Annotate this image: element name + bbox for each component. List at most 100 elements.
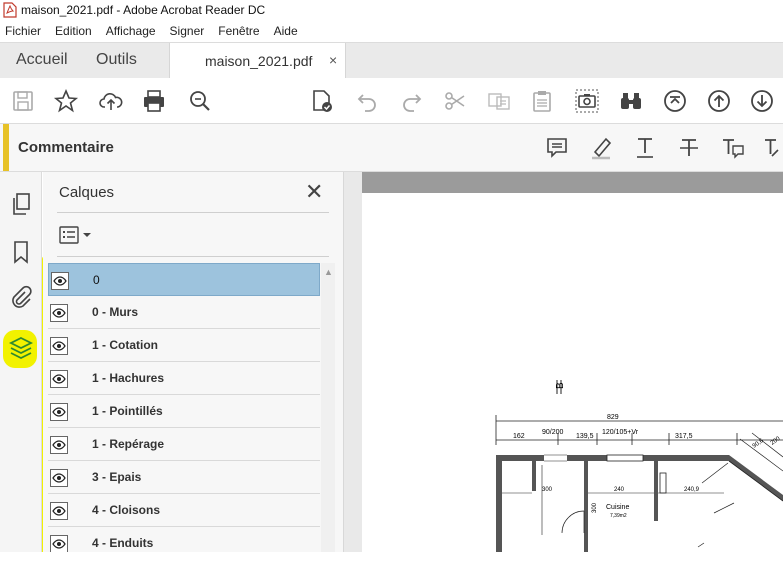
text-comment-icon[interactable]: [720, 135, 746, 161]
zoom-search-icon[interactable]: [187, 88, 213, 114]
chevron-down-icon: [83, 233, 91, 237]
layer-name: 1 - Pointillés: [92, 404, 163, 418]
cloud-upload-icon[interactable]: [98, 88, 124, 114]
right-dim-2: 200: [770, 436, 782, 447]
redo-icon[interactable]: [398, 88, 424, 114]
layers-panel-title: Calques: [59, 184, 115, 201]
scroll-up-arrow-icon[interactable]: ▲: [324, 267, 333, 277]
menu-affichage[interactable]: Affichage: [106, 24, 156, 38]
star-icon[interactable]: [53, 88, 79, 114]
dim-top: 829: [607, 414, 619, 421]
document-check-icon[interactable]: [309, 88, 335, 114]
room-dim-2: 240: [614, 487, 625, 493]
dim-4: 120/105+Vr: [602, 429, 639, 436]
previous-page-icon[interactable]: [706, 88, 732, 114]
layers-panel-close-button[interactable]: ✕: [305, 179, 323, 205]
window-bottom-edge: [0, 552, 783, 569]
layers-icon[interactable]: [8, 335, 34, 361]
floor-plan-drawing: B 829 162 90/200 139,5 120/105+Vr 317,5: [495, 380, 783, 552]
layer-name: 4 - Enduits: [92, 536, 154, 550]
tab-document[interactable]: maison_2021.pdf ×: [169, 43, 346, 79]
layers-list: 0 0 - Murs 1 - Cotation 1 - Hachures 1 - Poi…: [48, 263, 320, 552]
layer-row[interactable]: 4 - Enduits: [48, 527, 320, 552]
layer-name: 0: [93, 273, 100, 287]
room-dim-4: 300: [592, 502, 598, 513]
layer-row[interactable]: 3 - Epais: [48, 461, 320, 494]
layers-panel: Calques ✕ 0 0 - Murs 1 - Cotation 1 - Hachu…: [43, 172, 344, 552]
room-dim-1: 300: [542, 487, 553, 493]
layer-row[interactable]: 0: [48, 263, 320, 296]
eye-visibility-icon[interactable]: [50, 403, 68, 421]
eye-visibility-icon[interactable]: [50, 370, 68, 388]
page-thumbnails-icon[interactable]: [8, 191, 34, 217]
window-title: maison_2021.pdf - Adobe Acrobat Reader D…: [21, 3, 266, 17]
page-gap: [362, 172, 783, 193]
snapshot-camera-icon[interactable]: [574, 88, 600, 114]
eye-visibility-icon[interactable]: [51, 272, 69, 290]
pdf-page[interactable]: B 829 162 90/200 139,5 120/105+Vr 317,5: [362, 193, 783, 552]
highlighter-icon[interactable]: [588, 135, 614, 161]
menu-signer[interactable]: Signer: [170, 24, 205, 38]
section-label: B: [555, 382, 566, 389]
section-marker: B: [555, 380, 566, 394]
room-area: 7,39m2: [610, 513, 627, 519]
layer-row[interactable]: 4 - Cloisons: [48, 494, 320, 527]
eye-visibility-icon[interactable]: [50, 535, 68, 552]
replace-text-icon[interactable]: [762, 135, 783, 161]
print-icon[interactable]: [141, 88, 167, 114]
acrobat-window: maison_2021.pdf - Adobe Acrobat Reader D…: [0, 0, 783, 569]
menu-aide[interactable]: Aide: [274, 24, 298, 38]
room-dim-3: 240,9: [684, 487, 700, 493]
tab-outils[interactable]: Outils: [96, 51, 137, 69]
layer-name: 1 - Repérage: [92, 437, 165, 451]
main-toolbar: [0, 78, 783, 124]
dim-5: 317,5: [675, 433, 693, 440]
layer-row[interactable]: 1 - Pointillés: [48, 395, 320, 428]
eye-visibility-icon[interactable]: [50, 304, 68, 322]
dim-1: 162: [513, 433, 525, 440]
undo-icon[interactable]: [355, 88, 381, 114]
document-viewport[interactable]: B 829 162 90/200 139,5 120/105+Vr 317,5: [344, 172, 783, 552]
strikethrough-text-icon[interactable]: [676, 135, 702, 161]
layer-row[interactable]: 1 - Cotation: [48, 329, 320, 362]
layer-row[interactable]: 0 - Murs: [48, 296, 320, 329]
menu-edition[interactable]: Edition: [55, 24, 92, 38]
eye-visibility-icon[interactable]: [50, 436, 68, 454]
sticky-note-icon[interactable]: [544, 135, 570, 161]
next-page-icon[interactable]: [749, 88, 775, 114]
tab-close-button[interactable]: ×: [329, 52, 337, 68]
title-bar: maison_2021.pdf - Adobe Acrobat Reader D…: [0, 0, 783, 20]
divider: [57, 256, 329, 257]
bookmark-icon[interactable]: [8, 239, 34, 265]
eye-visibility-icon[interactable]: [50, 469, 68, 487]
scissors-icon[interactable]: [442, 88, 468, 114]
comment-toolbar-label: Commentaire: [18, 139, 114, 156]
menu-fichier[interactable]: Fichier: [5, 24, 41, 38]
layer-row[interactable]: 1 - Hachures: [48, 362, 320, 395]
tab-accueil[interactable]: Accueil: [16, 51, 68, 69]
underline-text-icon[interactable]: [632, 135, 658, 161]
right-dim-1: 90,6: [752, 438, 766, 450]
layer-row[interactable]: 1 - Repérage: [48, 428, 320, 461]
binoculars-icon[interactable]: [618, 88, 644, 114]
save-icon[interactable]: [10, 88, 36, 114]
scroll-up-icon[interactable]: [662, 88, 688, 114]
navigation-rail: [0, 172, 42, 552]
dim-3: 139,5: [576, 433, 594, 440]
tab-bar: Accueil Outils maison_2021.pdf ×: [0, 42, 783, 79]
attachment-icon[interactable]: [8, 284, 34, 310]
room-name: Cuisine: [606, 504, 629, 511]
eye-visibility-icon[interactable]: [50, 337, 68, 355]
pdf-app-icon: [3, 2, 17, 18]
layers-scrollbar[interactable]: ▲: [321, 263, 335, 552]
eye-visibility-icon[interactable]: [50, 502, 68, 520]
menu-fenetre[interactable]: Fenêtre: [218, 24, 259, 38]
layer-name: 1 - Cotation: [92, 338, 158, 352]
menu-bar: Fichier Edition Affichage Signer Fenêtre…: [0, 20, 783, 42]
layer-name: 0 - Murs: [92, 305, 139, 319]
clipboard-icon[interactable]: [529, 88, 555, 114]
comment-toolbar: Commentaire: [0, 124, 783, 172]
layers-options-button[interactable]: [59, 224, 95, 246]
copy-icon[interactable]: [486, 88, 512, 114]
divider: [57, 212, 329, 213]
